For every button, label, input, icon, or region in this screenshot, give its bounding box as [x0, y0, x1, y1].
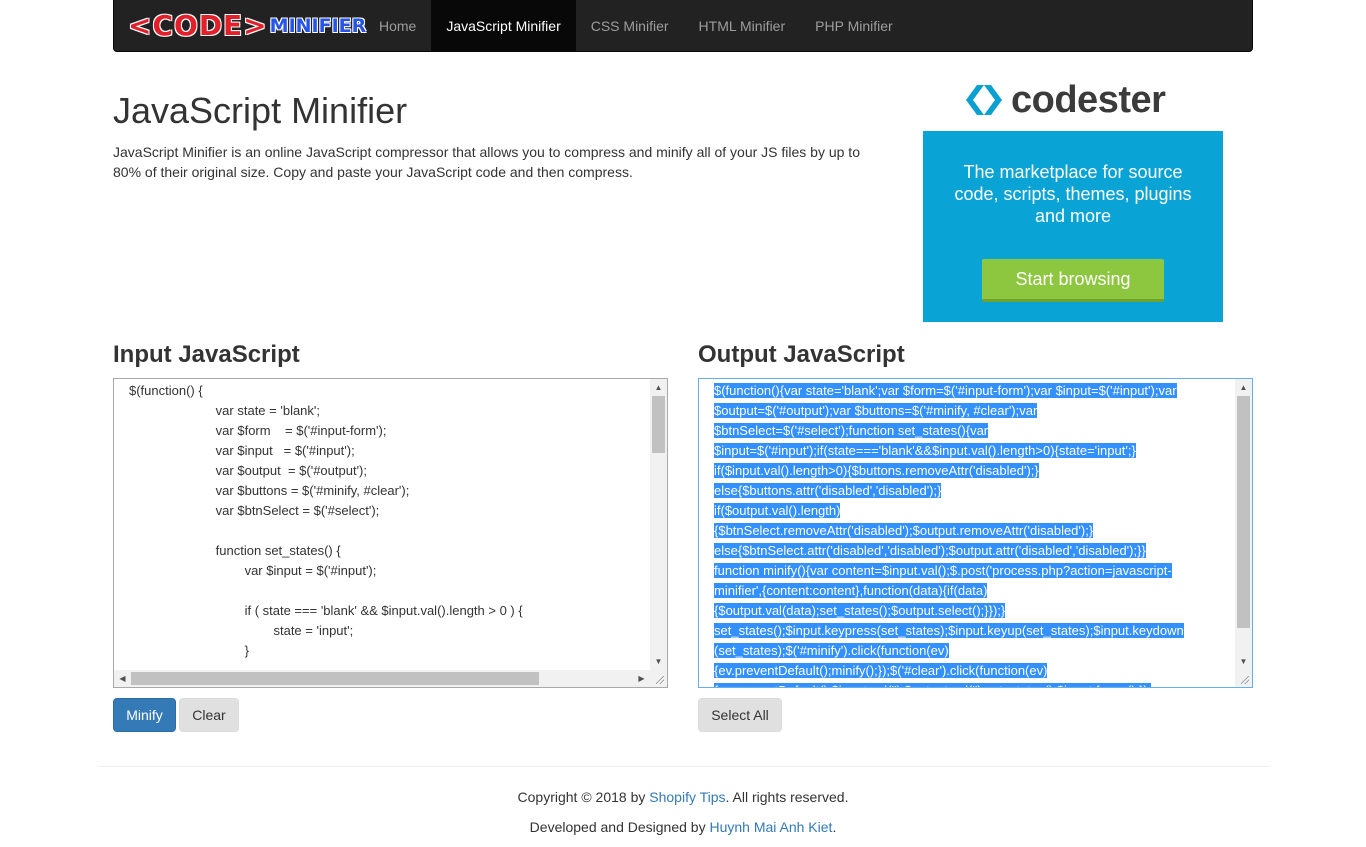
input-panel-title: Input JavaScript [113, 341, 300, 368]
resize-grip-icon[interactable] [1235, 670, 1252, 687]
output-code-line: {ev.preventDefault();minify();});$('#cle… [714, 661, 1225, 681]
output-code-line: $output=$('#output');var $buttons=$('#mi… [714, 401, 1225, 421]
selected-text: $input=$('#input');if(state==='blank'&&$… [714, 443, 1136, 458]
input-code-line: var $btnSelect = $('#select'); [129, 503, 380, 518]
output-code-line: else{$buttons.attr('disabled','disabled'… [714, 481, 1225, 501]
nav-css-minifier[interactable]: CSS Minifier [576, 0, 684, 51]
nav-php-minifier[interactable]: PHP Minifier [800, 0, 908, 51]
scroll-up-arrow-icon[interactable]: ▲ [650, 379, 667, 396]
output-code-line: else{$btnSelect.attr('disabled','disable… [714, 541, 1225, 561]
developer-link[interactable]: Huynh Mai Anh Kiet [709, 819, 832, 835]
codester-logo-text: codester [1011, 78, 1166, 121]
selected-text: (set_states);$('#minify').click(function… [714, 643, 949, 658]
input-vertical-scrollbar[interactable]: ▲ ▼ [650, 379, 667, 670]
minify-button[interactable]: Minify [113, 698, 176, 732]
output-code-line: minifier',{content:content},function(dat… [714, 581, 1225, 601]
nav-html-minifier[interactable]: HTML Minifier [684, 0, 801, 51]
output-code-line: function minify(){var content=$input.val… [714, 561, 1225, 581]
input-code-line: state = 'input'; [129, 623, 354, 638]
output-code-line: $input=$('#input');if(state==='blank'&&$… [714, 441, 1225, 461]
codester-logo[interactable]: codester [965, 78, 1166, 121]
copyright-suffix: . All rights reserved. [725, 789, 849, 805]
nav-home[interactable]: Home [364, 0, 431, 51]
selected-text: {$output.val(data);set_states();$output.… [714, 603, 1006, 618]
output-code-line: $(function(){var state='blank';var $form… [714, 381, 1225, 401]
clear-button[interactable]: Clear [179, 698, 239, 732]
output-code-line: {$output.val(data);set_states();$output.… [714, 601, 1225, 621]
selected-text: minifier',{content:content},function(dat… [714, 583, 988, 598]
selected-text: {$btnSelect.removeAttr('disabled');$outp… [714, 523, 1094, 538]
input-vscroll-thumb[interactable] [652, 396, 665, 453]
output-vscroll-thumb[interactable] [1237, 396, 1250, 628]
input-code-line: } [129, 643, 249, 658]
selected-text: if($output.val().length) [714, 503, 841, 518]
scroll-right-arrow-icon[interactable]: ▶ [633, 670, 650, 687]
input-code-line [129, 581, 650, 601]
scroll-left-arrow-icon[interactable]: ◀ [114, 670, 131, 687]
footer-copyright: Copyright © 2018 by Shopify Tips. All ri… [0, 789, 1366, 805]
output-code-line: $btnSelect=$('#select');function set_sta… [714, 421, 1225, 441]
selected-text: $btnSelect=$('#select');function set_sta… [714, 423, 989, 438]
brand-logo-mark: <CODE> MINIFIER [128, 9, 366, 42]
selected-text: set_states();$input.keypress(set_states)… [714, 623, 1184, 638]
input-hscroll-thumb[interactable] [131, 672, 539, 685]
brand-logo[interactable]: <CODE> MINIFIER [114, 0, 366, 51]
start-browsing-button[interactable]: Start browsing [982, 259, 1164, 302]
ad-tagline: The marketplace for source code, scripts… [954, 162, 1192, 226]
selected-text: {ev.preventDefault();$input.val('');$out… [714, 683, 1152, 687]
output-code-line: if($output.val().length) [714, 501, 1225, 521]
scroll-down-arrow-icon[interactable]: ▼ [650, 653, 667, 670]
nav-javascript-minifier[interactable]: JavaScript Minifier [431, 0, 576, 51]
codester-ad-banner[interactable]: The marketplace for source code, scripts… [923, 131, 1223, 322]
selected-text: function minify(){var content=$input.val… [714, 563, 1172, 578]
page-description: JavaScript Minifier is an online JavaScr… [113, 144, 860, 180]
selected-text: else{$buttons.attr('disabled','disabled'… [714, 483, 942, 498]
brand-minifier-text: MINIFIER [269, 14, 367, 37]
output-textarea[interactable]: $(function(){var state='blank';var $form… [698, 378, 1253, 688]
input-code-line [129, 521, 650, 541]
output-code-line: {ev.preventDefault();$input.val('');$out… [714, 681, 1225, 687]
codester-chevrons-icon [966, 85, 1002, 115]
output-code: $(function(){var state='blank';var $form… [699, 379, 1235, 687]
developer-suffix: . [832, 819, 837, 835]
input-code-line: var $form = $('#input-form'); [129, 423, 387, 438]
footer-developer: Developed and Designed by Huynh Mai Anh … [0, 819, 1366, 835]
input-code-line: $(function() { [129, 383, 203, 398]
scroll-up-arrow-icon[interactable]: ▲ [1235, 379, 1252, 396]
scroll-down-arrow-icon[interactable]: ▼ [1235, 653, 1252, 670]
top-navbar: <CODE> MINIFIER Home JavaScript Minifier… [113, 0, 1253, 52]
input-code-line: var state = 'blank'; [129, 403, 321, 418]
input-code-line: if ( state === 'blank' && $input.val().l… [129, 603, 523, 618]
selected-text: $(function(){var state='blank';var $form… [714, 383, 1177, 398]
selected-text: if($input.val().length>0){$buttons.remov… [714, 463, 1039, 478]
input-horizontal-scrollbar[interactable]: ◀ ▶ [114, 670, 650, 687]
input-code-line: function set_states() { [129, 543, 341, 558]
footer-divider [98, 766, 1270, 767]
output-code-line: set_states();$input.keypress(set_states)… [714, 621, 1225, 641]
selected-text: else{$btnSelect.attr('disabled','disable… [714, 543, 1146, 558]
output-panel-title: Output JavaScript [698, 341, 905, 368]
input-code-line: var $input = $('#input'); [129, 443, 355, 458]
input-code: $(function() { var state = 'blank'; var … [114, 379, 650, 670]
brand-code-text: <CODE> [128, 9, 268, 42]
input-code-line: var $output = $('#output'); [129, 463, 367, 478]
shopify-tips-link[interactable]: Shopify Tips [649, 789, 725, 805]
output-code-line: {$btnSelect.removeAttr('disabled');$outp… [714, 521, 1225, 541]
resize-grip-icon[interactable] [650, 670, 667, 687]
page-title: JavaScript Minifier [113, 90, 408, 131]
developer-prefix: Developed and Designed by [529, 819, 710, 835]
input-textarea[interactable]: $(function() { var state = 'blank'; var … [113, 378, 668, 688]
input-code-line: var $buttons = $('#minify, #clear'); [129, 483, 410, 498]
selected-text: {ev.preventDefault();minify();});$('#cle… [714, 663, 1048, 678]
selected-text: $output=$('#output');var $buttons=$('#mi… [714, 403, 1038, 418]
input-code-line: var $input = $('#input'); [129, 563, 377, 578]
select-all-button[interactable]: Select All [698, 698, 782, 732]
output-code-line: if($input.val().length>0){$buttons.remov… [714, 461, 1225, 481]
output-vertical-scrollbar[interactable]: ▲ ▼ [1235, 379, 1252, 687]
output-code-line: (set_states);$('#minify').click(function… [714, 641, 1225, 661]
copyright-prefix: Copyright © 2018 by [517, 789, 650, 805]
